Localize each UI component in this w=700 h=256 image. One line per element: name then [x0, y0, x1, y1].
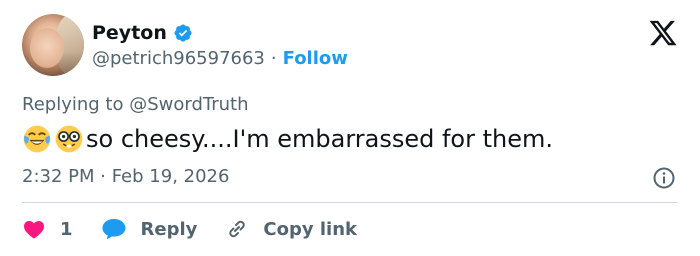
x-logo-icon[interactable]: [648, 18, 678, 48]
info-icon[interactable]: [652, 166, 676, 190]
verified-badge-icon: [174, 24, 192, 42]
author-handle[interactable]: @petrich96597663: [92, 48, 265, 69]
action-bar: 1 Reply Copy link: [22, 214, 385, 244]
separator-dot: ·: [270, 48, 277, 69]
author-name-row: Peyton: [92, 22, 193, 44]
tweet-card: Peyton @petrich96597663 · Follow Replyin…: [0, 0, 700, 256]
tweet-body: so cheesy....I'm embarrassed for them.: [86, 125, 554, 153]
reply-label: Reply: [140, 218, 198, 240]
avatar[interactable]: [22, 14, 84, 76]
follow-button[interactable]: Follow: [283, 48, 348, 69]
replying-to: Replying to @SwordTruth: [22, 94, 249, 115]
replying-mention[interactable]: @SwordTruth: [129, 94, 248, 115]
heart-icon: [24, 221, 44, 239]
face-with-tears-of-joy-icon: [23, 125, 51, 153]
copy-link-label: Copy link: [263, 218, 357, 240]
like-button[interactable]: 1: [22, 217, 73, 241]
divider: [22, 202, 678, 203]
author-handle-row: @petrich96597663 · Follow: [92, 48, 348, 69]
copy-link-button[interactable]: Copy link: [225, 217, 357, 241]
reply-button[interactable]: Reply: [101, 217, 198, 241]
nerd-face-icon: [55, 125, 83, 153]
tweet-text: so cheesy....I'm embarrassed for them.: [22, 124, 553, 154]
tweet-timestamp[interactable]: 2:32 PM · Feb 19, 2026: [22, 166, 229, 187]
author-name[interactable]: Peyton: [92, 22, 167, 44]
like-count: 1: [60, 218, 73, 240]
reply-bubble-icon: [102, 219, 126, 240]
replying-prefix: Replying to: [22, 94, 124, 115]
link-icon: [229, 220, 246, 238]
